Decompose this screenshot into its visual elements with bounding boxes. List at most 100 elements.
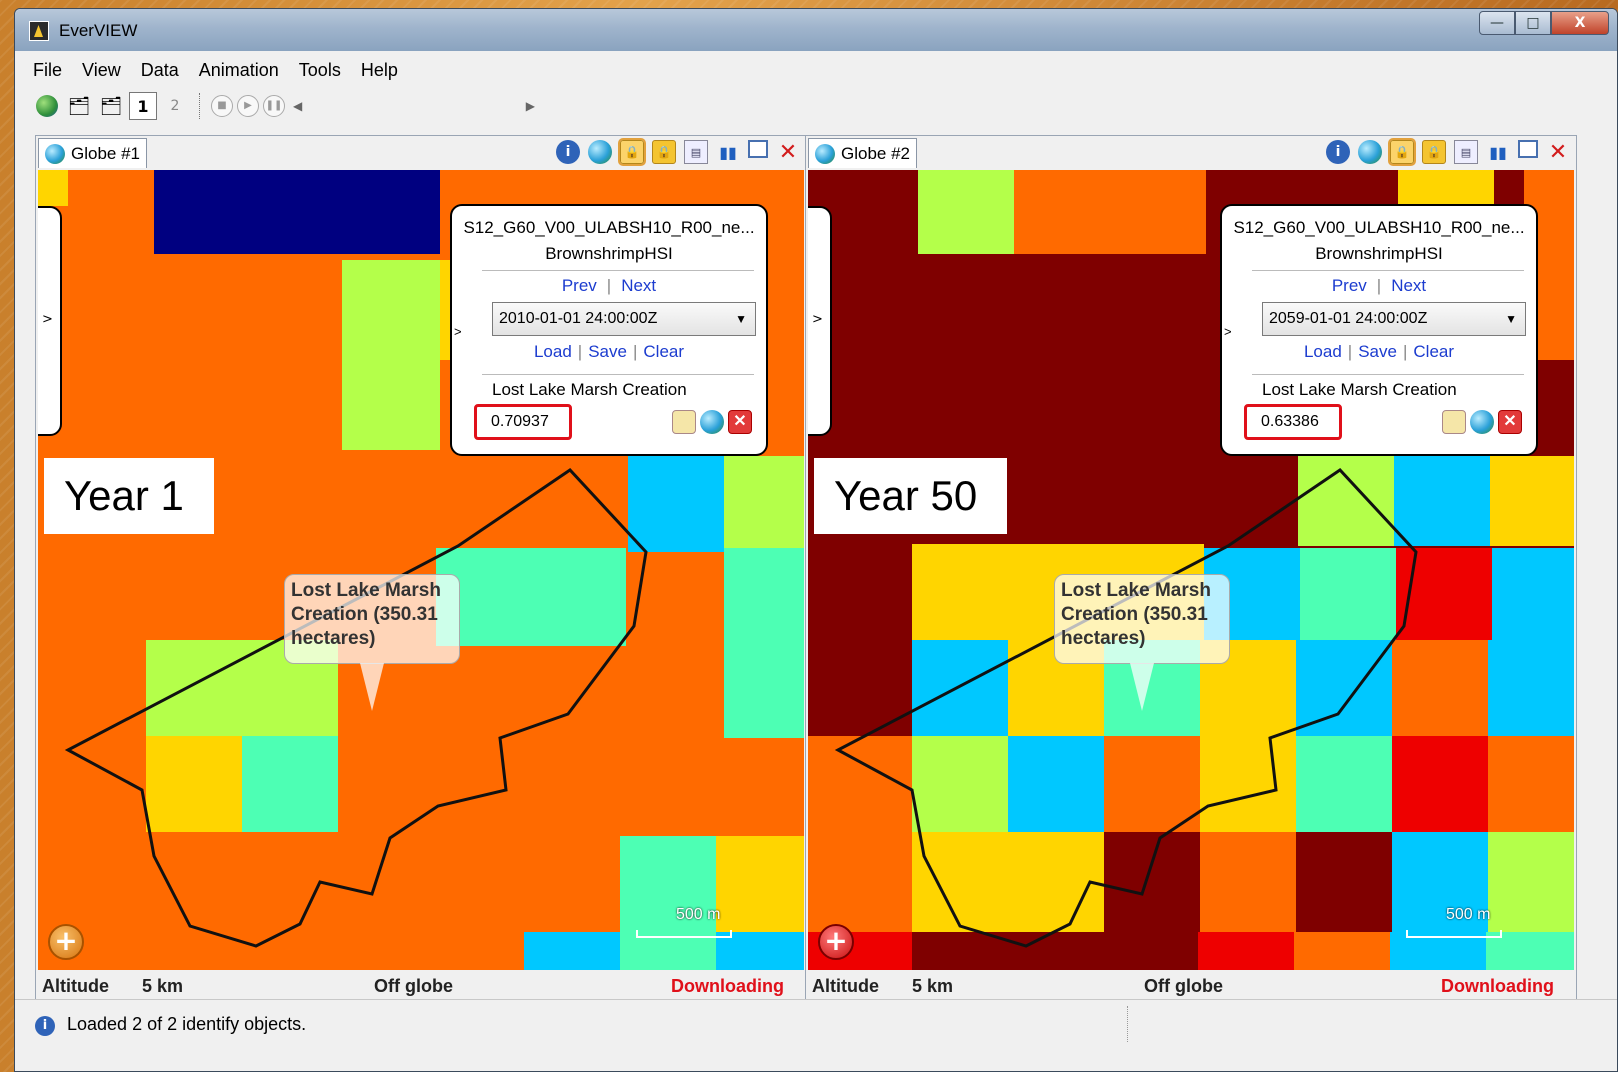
single-view-icon[interactable]: 1 [129, 92, 157, 120]
side-panel-handle[interactable]: > [808, 206, 832, 436]
close-panel-icon[interactable]: ✕ [776, 140, 800, 165]
title-bar[interactable]: EverVIEW — □ X [15, 9, 1617, 51]
chart-icon[interactable]: ▮▮ [716, 140, 740, 164]
feature-actions: ✕ [672, 410, 752, 434]
time-select[interactable]: 2010-01-01 24:00:00Z ▼ [492, 302, 756, 336]
prev-link[interactable]: Prev [1332, 276, 1367, 295]
globe-icon[interactable] [1358, 140, 1382, 164]
time-nav: Prev | Next [1331, 276, 1427, 295]
side-panel-handle[interactable]: > [38, 206, 62, 436]
lock-icon[interactable]: 🔒 [1388, 138, 1416, 166]
menu-help[interactable]: Help [351, 60, 408, 81]
popup-actions: Load | Save | Clear [1303, 342, 1455, 361]
globe-panel-1: Globe #1 i 🔒 🔒 ▤ ▮▮ ✕ > > S12_G60_V00_UL… [35, 135, 807, 1005]
zoom-in-button[interactable]: + [818, 924, 854, 960]
panel-toolbar: i 🔒 🔒 ▤ ▮▮ ✕ [1326, 138, 1570, 166]
save-link[interactable]: Save [1358, 342, 1397, 361]
edit-icon[interactable] [1442, 410, 1466, 434]
clear-link[interactable]: Clear [643, 342, 684, 361]
scale-line [1406, 930, 1502, 938]
download-status: Downloading [671, 976, 784, 996]
download-status: Downloading [1441, 976, 1554, 996]
tab-globe-1[interactable]: Globe #1 [38, 138, 147, 168]
tab-globe-2[interactable]: Globe #2 [808, 138, 917, 168]
add-layer-icon[interactable]: 🗂 [97, 92, 125, 120]
globe-icon[interactable] [1470, 410, 1494, 434]
popup-actions: Load | Save | Clear [533, 342, 685, 361]
toolbar: 🗂 🗂 1 2 ■ ▶ ❚❚ ◀ ▶ [33, 89, 633, 123]
status-bar: i Loaded 2 of 2 identify objects. [15, 999, 1617, 1051]
collapse-arrow-icon[interactable]: > [1224, 324, 1232, 339]
play-icon[interactable]: ▶ [237, 95, 259, 117]
time-nav: Prev | Next [561, 276, 657, 295]
menu-tools[interactable]: Tools [289, 60, 351, 81]
divider [482, 270, 754, 271]
info-icon: i [35, 1016, 55, 1036]
globe-icon[interactable] [588, 140, 612, 164]
close-button[interactable]: X [1551, 11, 1609, 35]
time-select[interactable]: 2059-01-01 24:00:00Z ▼ [1262, 302, 1526, 336]
position-readout: Off globe [1144, 976, 1223, 996]
info-icon[interactable]: i [1326, 140, 1350, 164]
prev-link[interactable]: Prev [562, 276, 597, 295]
menu-data[interactable]: Data [131, 60, 189, 81]
menu-bar: File View Data Animation Tools Help [15, 57, 1617, 83]
load-link[interactable]: Load [1304, 342, 1342, 361]
scroll-right-icon[interactable]: ▶ [526, 99, 535, 113]
menu-view[interactable]: View [72, 60, 131, 81]
lock-icon[interactable]: 🔒 [618, 138, 646, 166]
maximize-button[interactable]: □ [1515, 11, 1551, 35]
table-icon[interactable]: ▤ [684, 140, 708, 164]
divider [1252, 270, 1524, 271]
variable-name: BrownshrimpHSI [1315, 244, 1443, 263]
next-link[interactable]: Next [1391, 276, 1426, 295]
map-view[interactable]: > > S12_G60_V00_ULABSH10_R00_ne... Brown… [808, 170, 1574, 970]
identify-popup: > S12_G60_V00_ULABSH10_R00_ne... Brownsh… [1220, 204, 1538, 456]
delete-icon[interactable]: ✕ [728, 410, 752, 434]
map-view[interactable]: > > S12_G60_V00_ULABSH10_R00_ne... Brown… [38, 170, 804, 970]
altitude-value: 5 km [912, 976, 954, 996]
edit-icon[interactable] [672, 410, 696, 434]
table-icon[interactable]: ▤ [1454, 140, 1478, 164]
position-readout: Off globe [374, 976, 453, 996]
minimize-button[interactable]: — [1479, 11, 1515, 35]
info-icon[interactable]: i [556, 140, 580, 164]
dual-view-icon[interactable]: 2 [161, 92, 189, 120]
open-layer-icon[interactable]: 🗂 [65, 92, 93, 120]
timeline-scroller[interactable]: ◀ ▶ [289, 95, 539, 117]
stop-icon[interactable]: ■ [211, 95, 233, 117]
tab-label: Globe #2 [841, 144, 910, 163]
clear-link[interactable]: Clear [1413, 342, 1454, 361]
zoom-in-button[interactable]: + [48, 924, 84, 960]
close-panel-icon[interactable]: ✕ [1546, 140, 1570, 165]
collapse-arrow-icon[interactable]: > [454, 324, 462, 339]
scale-line [636, 930, 732, 938]
pause-icon[interactable]: ❚❚ [263, 95, 285, 117]
chevron-down-icon: ▼ [1505, 312, 1517, 326]
delete-icon[interactable]: ✕ [1498, 410, 1522, 434]
split-view-icon[interactable] [1518, 140, 1538, 158]
split-view-icon[interactable] [748, 140, 768, 158]
lock-all-icon[interactable]: 🔒 [1422, 140, 1446, 164]
panel-status-bar: Altitude 5 km Off globe Downloading [36, 972, 806, 1002]
chevron-down-icon: ▼ [735, 312, 747, 326]
lock-all-icon[interactable]: 🔒 [652, 140, 676, 164]
load-link[interactable]: Load [534, 342, 572, 361]
tab-bar: Globe #2 i 🔒 🔒 ▤ ▮▮ ✕ [806, 136, 1576, 168]
feature-name: Lost Lake Marsh Creation [492, 380, 687, 399]
menu-animation[interactable]: Animation [189, 60, 289, 81]
chart-icon[interactable]: ▮▮ [1486, 140, 1510, 164]
globe-icon[interactable] [700, 410, 724, 434]
menu-file[interactable]: File [23, 60, 72, 81]
divider [482, 374, 754, 375]
window-controls: — □ X [1479, 11, 1609, 35]
add-globe-icon[interactable] [33, 92, 61, 120]
next-link[interactable]: Next [621, 276, 656, 295]
save-link[interactable]: Save [588, 342, 627, 361]
dataset-name: S12_G60_V00_ULABSH10_R00_ne... [1233, 218, 1525, 237]
feature-actions: ✕ [1442, 410, 1522, 434]
hsi-value: 0.63386 [1244, 404, 1342, 440]
tab-bar: Globe #1 i 🔒 🔒 ▤ ▮▮ ✕ [36, 136, 806, 168]
globe-panel-2: Globe #2 i 🔒 🔒 ▤ ▮▮ ✕ > > S12_G60_V00_UL… [805, 135, 1577, 1005]
scroll-left-icon[interactable]: ◀ [293, 99, 302, 113]
